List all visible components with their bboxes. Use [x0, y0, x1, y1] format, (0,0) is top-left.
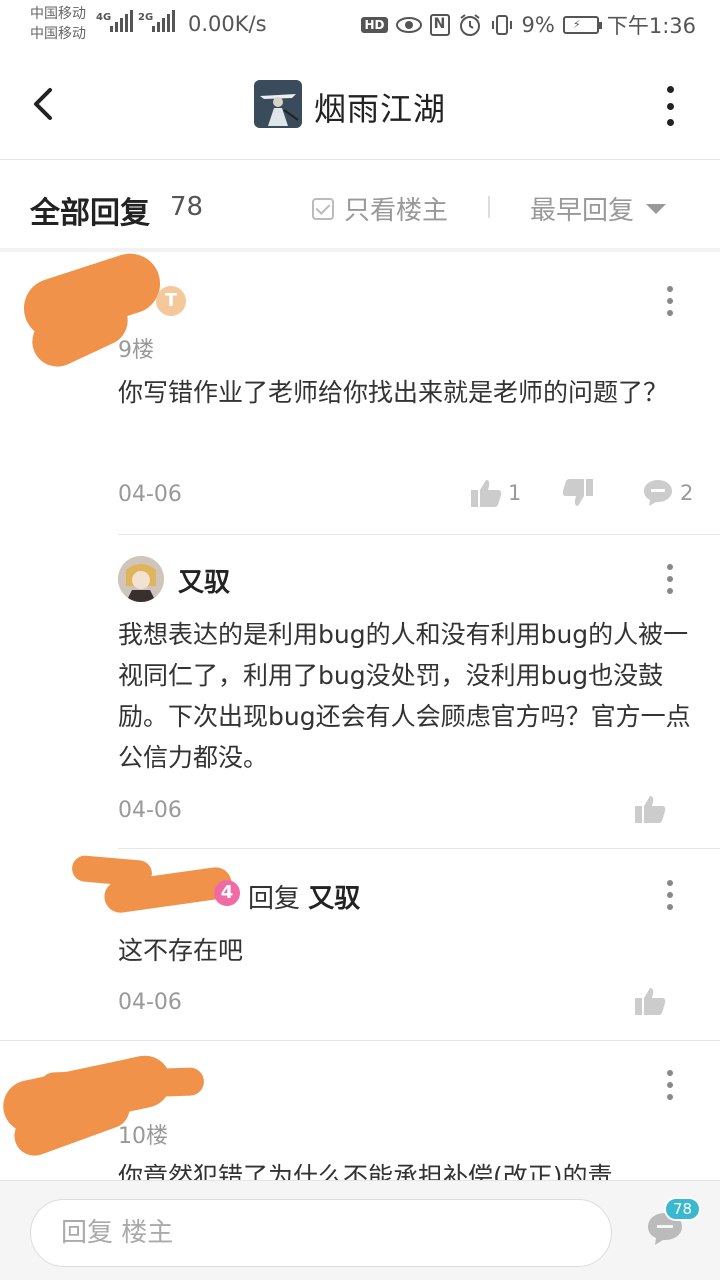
reply-bar: 回复 楼主 78 — [0, 1180, 720, 1280]
post-content: 你写错作业了老师给你找出来就是老师的问题了？ — [118, 378, 669, 407]
divider — [118, 534, 720, 535]
floor-number: 10楼 — [118, 1124, 168, 1149]
net-type-1: 4G — [96, 12, 112, 23]
nfc-icon: N — [429, 14, 450, 36]
chevron-down-icon — [646, 203, 667, 214]
more-options-icon[interactable] — [660, 86, 680, 126]
comment-count: 2 — [680, 481, 694, 505]
like-count: 1 — [508, 481, 522, 505]
hd-icon: HD — [361, 17, 388, 33]
eye-icon — [395, 17, 422, 33]
vibrate-icon — [491, 15, 512, 35]
alarm-icon — [459, 14, 480, 36]
post-floor-9: T 9楼 你写错作业了老师给你找出来就是老师的问题了？ 04-06 1 2 — [0, 245, 720, 536]
reply-more-icon[interactable] — [666, 564, 674, 594]
reply-more-icon[interactable] — [666, 880, 674, 910]
reply-item: 又驭 我想表达的是利用bug的人和没有利用bug的人被一视同仁了，利用了bug没… — [0, 536, 720, 848]
sort-dropdown[interactable]: 最早回复 — [530, 190, 667, 227]
filter-divider — [488, 196, 490, 218]
comment-icon — [644, 480, 672, 506]
net-type-2: 2G — [138, 12, 154, 23]
thumbs-up-icon — [471, 480, 502, 507]
only-op-toggle[interactable]: 只看楼主 — [312, 190, 448, 227]
reply-date: 04-06 — [118, 798, 182, 823]
post-date: 04-06 — [118, 482, 182, 507]
reply-item: 4 回复 又驭 这不存在吧 04-06 — [0, 850, 720, 1040]
carrier-1: 中国移动 — [30, 6, 86, 22]
reply-input[interactable]: 回复 楼主 — [30, 1199, 612, 1267]
divider — [118, 848, 720, 849]
avatar[interactable] — [118, 556, 164, 602]
carrier-2: 中国移动 — [30, 26, 86, 42]
signal-icon-2 — [152, 10, 175, 32]
forum-title: 烟雨江湖 — [314, 90, 447, 128]
carrier-labels: 中国移动 中国移动 — [30, 4, 86, 44]
like-button[interactable]: 1 — [470, 478, 521, 508]
thumbs-up-icon[interactable] — [634, 986, 666, 1016]
thumbs-up-icon[interactable] — [634, 794, 666, 824]
battery-icon: ⚡ — [562, 16, 602, 34]
post-more-icon[interactable] — [666, 286, 674, 316]
comment-count-badge: 78 — [664, 1197, 702, 1221]
divider — [0, 1040, 720, 1041]
battery-percent: 9% — [521, 13, 555, 37]
reply-date: 04-06 — [118, 990, 182, 1015]
reply-target-username[interactable]: 又驭 — [308, 884, 360, 914]
reply-filter-bar: 全部回复 78 只看楼主 最早回复 — [0, 160, 720, 252]
dislike-button[interactable] — [562, 478, 594, 508]
checkbox-icon[interactable] — [312, 197, 334, 220]
thumbs-down-icon — [562, 479, 593, 506]
floor-number: 9楼 — [118, 338, 154, 363]
clock: 下午1:36 — [606, 14, 696, 38]
signal-icon-1 — [110, 10, 133, 32]
reply-to-label: 回复 又驭 — [248, 884, 361, 914]
post-floor-10: 10楼 你竟然犯错了为什么不能承担补偿(改正)的责 — [0, 1042, 720, 1180]
post-content: 你竟然犯错了为什么不能承担补偿(改正)的责 — [118, 1162, 613, 1180]
reply-count: 78 — [170, 192, 204, 222]
forum-logo[interactable] — [254, 80, 302, 128]
username[interactable]: 又驭 — [178, 562, 230, 599]
level-badge: 4 — [214, 880, 240, 906]
reply-content: 我想表达的是利用bug的人和没有利用bug的人被一视同仁了，利用了bug没处罚，… — [118, 620, 691, 772]
sort-label: 最早回复 — [530, 196, 635, 226]
only-op-label: 只看楼主 — [344, 196, 449, 226]
app-header: 烟雨江湖 — [0, 52, 720, 160]
back-arrow-icon[interactable] — [26, 82, 66, 126]
post-more-icon[interactable] — [666, 1070, 674, 1100]
status-bar: 中国移动 中国移动 4G 2G 0.00K/s HD N 9% ⚡ 下午1:36 — [0, 0, 720, 50]
comment-button[interactable]: 2 — [642, 478, 693, 508]
all-replies-tab[interactable]: 全部回复 — [30, 188, 150, 232]
reply-content: 这不存在吧 — [118, 936, 244, 965]
network-speed: 0.00K/s — [188, 12, 267, 36]
level-badge: T — [156, 286, 186, 316]
